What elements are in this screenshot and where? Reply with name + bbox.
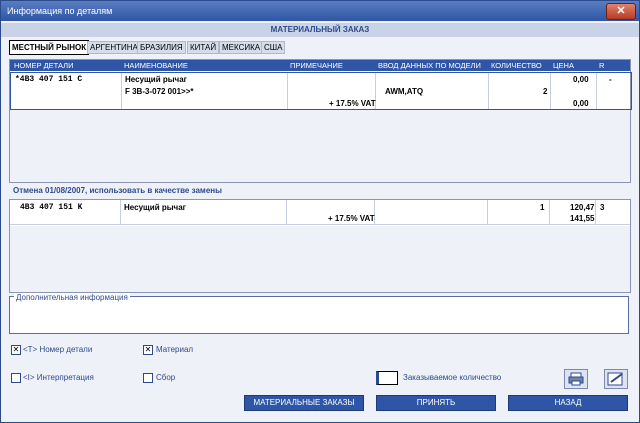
replacement-r-value: 3 [600, 203, 605, 212]
interpretation-option-label: <I> Интерпретация [23, 373, 94, 382]
tab-local-market[interactable]: МЕСТНЫЙ РЫНОК [9, 40, 90, 55]
tab-mexico[interactable]: МЕКСИКА [219, 41, 264, 54]
col-note: ПРИМЕЧАНИЕ [290, 61, 343, 70]
col-divider [120, 200, 121, 224]
col-quantity: КОЛИЧЕСТВО [491, 61, 542, 70]
replacement-name: Несущий рычаг [124, 203, 186, 212]
col-divider [121, 73, 122, 109]
tab-china[interactable]: КИТАЙ [187, 41, 220, 54]
interpretation-checkbox[interactable] [11, 373, 21, 383]
col-divider [286, 200, 287, 224]
quantity: 2 [543, 87, 548, 96]
replacement-quantity: 1 [540, 203, 545, 212]
part-name: Несущий рычаг [125, 75, 187, 84]
material-checkbox[interactable]: ✕ [143, 345, 153, 355]
part-number-checkbox[interactable]: ✕ [11, 345, 21, 355]
price-total: 0,00 [573, 99, 589, 108]
empty-table-area [10, 110, 630, 182]
additional-info-box[interactable]: Дополнительная информация [9, 293, 629, 334]
part-number-option-label: <T> Номер детали [23, 345, 93, 354]
col-price: ЦЕНА [553, 61, 574, 70]
assembly-checkbox[interactable] [143, 373, 153, 383]
col-divider [487, 200, 488, 224]
printer-icon [568, 372, 584, 386]
table-header: НОМЕР ДЕТАЛИ НАИМЕНОВАНИЕ ПРИМЕЧАНИЕ ВВО… [10, 60, 630, 71]
window-title: Информация по деталям [7, 6, 113, 16]
order-banner-text: МАТЕРИАЛЬНЫЙ ЗАКАЗ [270, 25, 370, 34]
order-table: НОМЕР ДЕТАЛИ НАИМЕНОВАНИЕ ПРИМЕЧАНИЕ ВВО… [9, 59, 632, 183]
table-row[interactable]: *4B3 407 151 C Несущий рычаг F 3B-3-072 … [10, 72, 632, 110]
material-option-label: Материал [156, 345, 194, 354]
table-row[interactable]: 4B3 407 151 K Несущий рычаг + 17.5% VAT … [10, 200, 630, 225]
accept-button[interactable]: ПРИНЯТЬ [376, 395, 496, 411]
ordered-quantity-input[interactable] [376, 371, 398, 385]
r-value: - [609, 75, 612, 84]
vat-note: + 17.5% VAT [329, 99, 376, 108]
price: 0,00 [573, 75, 589, 84]
ordered-quantity-label: Заказываемое количество [403, 373, 502, 382]
replacement-price-vat: 141,55 [570, 214, 595, 223]
col-r: R [599, 61, 605, 70]
empty-table-area [10, 226, 630, 292]
replacement-vat-note: + 17.5% VAT [328, 214, 375, 223]
material-orders-button[interactable]: МАТЕРИАЛЬНЫЕ ЗАКАЗЫ [244, 395, 364, 411]
additional-info-label: Дополнительная информация [14, 293, 130, 302]
close-button[interactable]: ✕ [606, 3, 636, 20]
col-divider [595, 200, 596, 224]
col-divider [549, 200, 550, 224]
assembly-option-label: Сбор [156, 373, 176, 382]
substitution-notice: Отмена 01/08/2007, использовать в качест… [13, 186, 222, 195]
model-data: AWM,ATQ [385, 87, 424, 96]
order-banner: МАТЕРИАЛЬНЫЙ ЗАКАЗ [1, 23, 639, 37]
pencil-edit-icon [607, 372, 623, 386]
tab-usa[interactable]: США [261, 41, 286, 54]
col-divider [287, 73, 288, 109]
col-divider [550, 73, 551, 109]
tab-brazil[interactable]: БРАЗИЛИЯ [137, 41, 186, 54]
replacement-part-number: 4B3 407 151 K [20, 203, 83, 212]
print-button[interactable] [564, 369, 588, 389]
replacement-price: 120,47 [570, 203, 595, 212]
edit-button[interactable] [604, 369, 628, 389]
col-part-number: НОМЕР ДЕТАЛИ [14, 61, 74, 70]
col-model-data: ВВОД ДАННЫХ ПО МОДЕЛИ [378, 61, 481, 70]
col-divider [488, 73, 489, 109]
tab-argentina[interactable]: АРГЕНТИНА [87, 41, 141, 54]
title-bar[interactable]: Информация по деталям ✕ [1, 1, 639, 21]
replacement-table: 4B3 407 151 K Несущий рычаг + 17.5% VAT … [9, 199, 631, 293]
col-name: НАИМЕНОВАНИЕ [124, 61, 188, 70]
col-divider [596, 73, 597, 109]
part-name-line2: F 3B-3-072 001>>* [125, 87, 194, 96]
part-info-window: Информация по деталям ✕ МАТЕРИАЛЬНЫЙ ЗАК… [0, 0, 640, 423]
part-number: *4B3 407 151 C [15, 75, 83, 84]
back-button[interactable]: НАЗАД [508, 395, 628, 411]
